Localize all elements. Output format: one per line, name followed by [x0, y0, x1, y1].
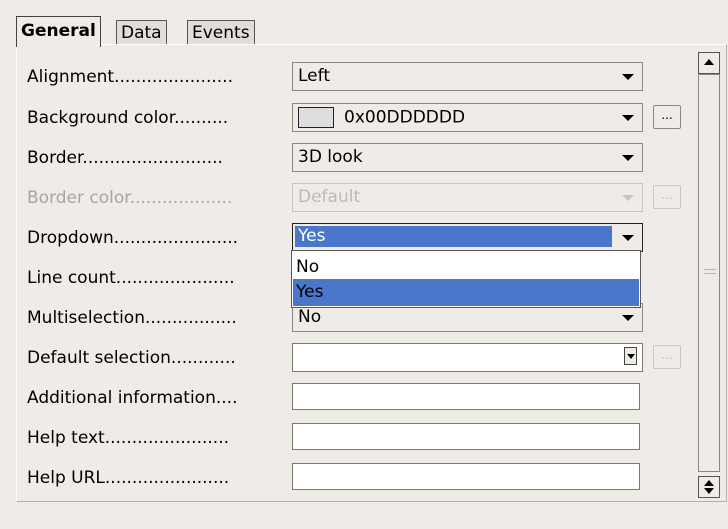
- dropdown-option-no[interactable]: No: [293, 254, 639, 281]
- tab-general[interactable]: General: [16, 16, 101, 47]
- tab-events-label: Events: [192, 23, 250, 43]
- additional-information-label: Additional information....: [27, 388, 238, 408]
- row-alignment: Alignment...................... Left: [17, 59, 697, 93]
- chevron-down-icon[interactable]: [622, 315, 634, 321]
- border-color-value: Default: [298, 187, 361, 207]
- line-count-label: Line count......................: [27, 268, 235, 288]
- row-border-color: Border color................... Default …: [17, 180, 697, 214]
- alignment-value: Left: [298, 66, 330, 86]
- dropdown-select[interactable]: Yes: [292, 223, 643, 252]
- tab-general-label: General: [21, 21, 96, 41]
- default-selection-more-button: ...: [653, 345, 681, 369]
- row-dropdown: Dropdown....................... Yes: [17, 220, 697, 254]
- chevron-down-icon[interactable]: [622, 235, 634, 241]
- multiselection-label: Multiselection.................: [27, 308, 237, 328]
- grip-line: [704, 273, 716, 274]
- dropdown-value: Yes: [295, 226, 612, 247]
- border-color-more-button: ...: [653, 185, 681, 209]
- default-selection-label: Default selection............: [27, 348, 236, 368]
- arrow-down-icon: [704, 488, 714, 494]
- scroll-up-button-bottom[interactable]: [698, 476, 720, 498]
- tab-data[interactable]: Data: [116, 20, 167, 46]
- border-color-select: Default: [292, 183, 643, 212]
- border-value: 3D look: [298, 147, 363, 167]
- background-color-label: Background color..........: [27, 108, 229, 128]
- arrow-up-icon: [704, 59, 714, 65]
- chevron-down-icon[interactable]: [624, 347, 637, 365]
- help-text-label: Help text.......................: [27, 428, 229, 448]
- background-color-value: 0x00DDDDDD: [344, 107, 466, 128]
- row-help-text: Help text.......................: [17, 420, 697, 454]
- arrow-up-icon: [704, 480, 714, 486]
- scroll-up-button[interactable]: [698, 52, 720, 74]
- chevron-down-icon[interactable]: [622, 115, 634, 121]
- border-color-label: Border color...................: [27, 188, 233, 208]
- row-background-color: Background color.......... 0x00DDDDDD ..…: [17, 100, 697, 134]
- grip-line: [704, 269, 716, 270]
- chevron-down-icon[interactable]: [622, 74, 634, 80]
- vertical-scrollbar[interactable]: [698, 52, 720, 498]
- row-default-selection: Default selection............ ...: [17, 340, 697, 374]
- dropdown-option-yes[interactable]: Yes: [293, 279, 639, 306]
- row-border: Border.......................... 3D look: [17, 140, 697, 174]
- help-url-label: Help URL.......................: [27, 468, 230, 488]
- tab-events[interactable]: Events: [187, 20, 255, 46]
- tab-data-label: Data: [121, 23, 162, 43]
- help-text-field[interactable]: [292, 423, 640, 450]
- multiselection-value: No: [298, 307, 322, 327]
- border-select[interactable]: 3D look: [292, 143, 643, 172]
- row-help-url: Help URL.......................: [17, 460, 697, 494]
- default-selection-field[interactable]: [292, 343, 643, 372]
- row-additional-information: Additional information....: [17, 380, 697, 414]
- alignment-select[interactable]: Left: [292, 62, 643, 91]
- alignment-label: Alignment......................: [27, 67, 233, 87]
- chevron-down-icon: [622, 195, 634, 201]
- dropdown-options-list: No Yes: [291, 250, 641, 308]
- dropdown-label: Dropdown.......................: [27, 228, 239, 248]
- background-color-select[interactable]: 0x00DDDDDD: [292, 103, 643, 132]
- chevron-down-icon[interactable]: [622, 155, 634, 161]
- border-label: Border..........................: [27, 148, 223, 168]
- scrollbar-thumb[interactable]: [698, 74, 720, 472]
- help-url-field[interactable]: [292, 463, 640, 490]
- background-color-more-button[interactable]: ...: [653, 105, 681, 129]
- color-swatch: [298, 107, 334, 128]
- additional-information-field[interactable]: [292, 383, 640, 410]
